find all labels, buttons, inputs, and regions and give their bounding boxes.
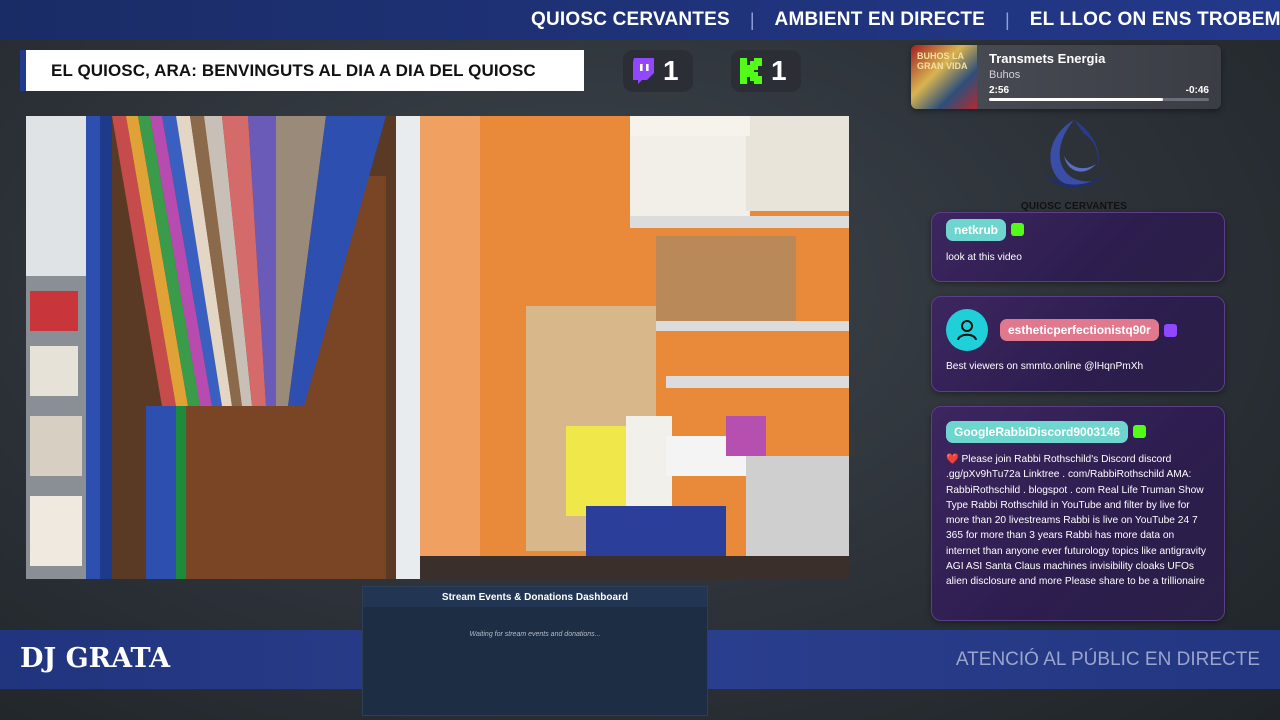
track-title: Transmets Energia: [989, 51, 1106, 66]
track-progress-fill: [989, 98, 1163, 101]
quiosc-logo: QUIOSC CERVANTES: [1015, 118, 1133, 212]
ticker-separator: |: [749, 9, 755, 30]
kick-icon: [1133, 425, 1147, 439]
twitch-icon: [629, 56, 657, 86]
logo-text: QUIOSC CERVANTES: [1020, 201, 1128, 212]
now-playing-widget: BUHOS LA GRAN VIDA Transmets Energia Buh…: [911, 45, 1221, 109]
dashboard-title: Stream Events & Donations Dashboard: [363, 587, 707, 607]
kick-count: 1: [771, 55, 787, 86]
top-ticker: QUIOSC CERVANTES | AMBIENT EN DIRECTE | …: [0, 0, 1280, 40]
remaining-time: -0:46: [1185, 85, 1209, 96]
chat-username[interactable]: estheticperfectionistq90r: [1000, 319, 1159, 342]
stream-title-bar: EL QUIOSC, ARA: BENVINGUTS AL DIA A DIA …: [20, 50, 584, 91]
chat-message-text: Best viewers on smmto.online @lHqnPmXh: [946, 361, 1144, 372]
ticker-separator: |: [1005, 9, 1010, 30]
webcam-scene: [26, 116, 849, 579]
stream-title: EL QUIOSC, ARA: BENVINGUTS AL DIA A DIA …: [51, 60, 536, 80]
track-artist: Buhos: [989, 69, 1021, 81]
twitch-icon: [1163, 323, 1177, 337]
ticker-item: AMBIENT EN DIRECTE: [774, 9, 986, 30]
track-progress-bar: [989, 98, 1209, 101]
kick-icon: [737, 56, 765, 86]
kick-follower-counter: 1: [731, 50, 801, 92]
kick-icon: [1011, 223, 1025, 237]
elapsed-time: 2:56: [989, 85, 1010, 96]
album-art-text: BUHOS LA GRAN VIDA: [917, 51, 968, 71]
quiosc-logo-icon: [1044, 120, 1108, 188]
attention-text: ATENCIÓ AL PÚBLIC EN DIRECTE: [955, 649, 1260, 670]
ticker-track: QUIOSC CERVANTES | AMBIENT EN DIRECTE | …: [531, 9, 1280, 31]
user-avatar-icon: [946, 309, 988, 351]
twitch-count: 1: [663, 55, 679, 86]
chat-username[interactable]: netkrub: [946, 219, 1007, 241]
webcam-feed: [26, 116, 849, 579]
dj-name: DJ GRATA: [20, 643, 171, 674]
ticker-item: QUIOSC CERVANTES: [531, 9, 730, 30]
chat-message: estheticperfectionistq90r Best viewers o…: [931, 296, 1225, 392]
chat-message-text: ❤️ Please join Rabbi Rothschild's Discor…: [946, 454, 1206, 588]
chat-message-text: look at this video: [946, 252, 1022, 263]
chat-message: GoogleRabbiDiscord9003146 ❤️ Please join…: [931, 406, 1225, 621]
dashboard-waiting-text: Waiting for stream events and donations.…: [469, 631, 601, 638]
chat-message: netkrub look at this video: [931, 212, 1225, 282]
ticker-item: EL LLOC ON ENS TROBEM: [1029, 9, 1280, 30]
twitch-follower-counter: 1: [623, 50, 693, 92]
chat-username[interactable]: GoogleRabbiDiscord9003146: [946, 421, 1129, 443]
album-art: BUHOS LA GRAN VIDA: [911, 45, 977, 109]
events-dashboard: Stream Events & Donations Dashboard Wait…: [362, 586, 708, 716]
